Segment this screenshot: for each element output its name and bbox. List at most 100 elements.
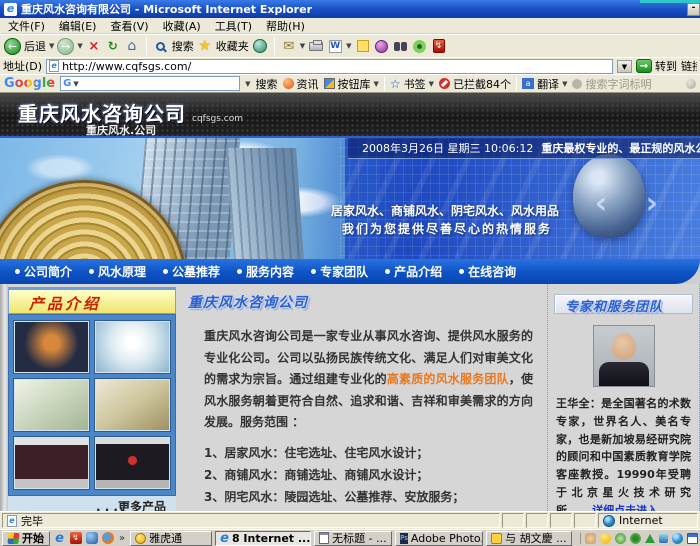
product-image-jade-casket[interactable] <box>14 379 89 431</box>
expert-detail-link[interactable]: 详细点击进入 <box>592 504 658 511</box>
discuss-icon[interactable] <box>355 38 371 54</box>
google-search-button[interactable]: 搜索 <box>256 76 278 92</box>
ie-window: e 重庆风水咨询有限公司 - Microsoft Internet Explor… <box>0 0 700 546</box>
home-icon[interactable]: ⌂ <box>124 38 140 54</box>
nav-item-experts[interactable]: 专家团队 <box>306 263 373 280</box>
quicklaunch-thunder-icon[interactable]: ↯ <box>69 532 82 545</box>
product-image-carved-casket[interactable] <box>95 379 170 431</box>
product-image-wooden-urn[interactable] <box>14 437 89 489</box>
tray-globe-icon[interactable] <box>672 533 683 544</box>
back-dropdown-icon[interactable]: ▼ <box>49 42 54 50</box>
service-item: 3、阴宅风水：陵园选址、公墓推荐、安放服务； <box>204 486 541 508</box>
search-icon[interactable] <box>153 38 169 54</box>
stop-icon[interactable]: × <box>86 38 102 54</box>
task-button-ie-group-active[interactable]: e 8 Internet ... ▼ <box>215 531 311 546</box>
experts-header: 专家和服务团队 <box>554 294 693 314</box>
plugin-flower-icon[interactable] <box>412 38 428 54</box>
banner: ‹ › 2008年3月26日 星期三 10:06:12 重庆最权专业的、最正规的… <box>0 138 700 259</box>
go-label[interactable]: 转到 <box>655 58 677 74</box>
quicklaunch-ie-icon[interactable]: e <box>53 532 66 545</box>
back-icon[interactable]: ← <box>4 38 21 55</box>
address-dropdown-icon[interactable]: ▼ <box>617 60 632 73</box>
messenger-icon[interactable] <box>374 38 390 54</box>
forward-dropdown-icon[interactable]: ▼ <box>77 42 82 50</box>
edit-dropdown-icon[interactable]: ▼ <box>346 42 351 50</box>
google-search-history-dropdown[interactable]: ▼ <box>245 80 250 88</box>
forward-icon[interactable]: → <box>57 38 74 55</box>
history-icon[interactable] <box>252 38 268 54</box>
menu-file[interactable]: 文件(F) <box>8 18 45 34</box>
binoculars-icon[interactable] <box>393 38 409 54</box>
go-button[interactable]: → 转到 <box>636 58 677 74</box>
mail-icon[interactable]: ✉ <box>281 38 297 54</box>
quicklaunch-messenger-icon[interactable] <box>85 532 98 545</box>
favorites-icon[interactable]: ★ <box>197 38 213 54</box>
nav-item-services[interactable]: 服务内容 <box>232 263 299 280</box>
search-label[interactable]: 搜索 <box>172 38 194 54</box>
task-button-photoshop[interactable]: Ps Adobe Photo... <box>395 531 483 546</box>
menu-view[interactable]: 查看(V) <box>110 18 148 34</box>
more-products-link[interactable]: . . .更多产品 <box>8 496 176 511</box>
page-content: 产品介绍 . . .更多产品 重庆风水咨询公司 重庆风水咨询公司是一家专业从事风… <box>0 284 700 511</box>
favorites-label[interactable]: 收藏夹 <box>216 38 249 54</box>
address-url[interactable]: http://www.cqfsgs.com/ <box>62 60 191 73</box>
banner-text-line1: 居家风水、商铺风水、阴宅风水、风水用品 <box>310 202 580 219</box>
bookmark-star-icon: ☆ <box>390 77 401 91</box>
nav-item-products[interactable]: 产品介绍 <box>380 263 447 280</box>
menu-help[interactable]: 帮助(H) <box>266 18 305 34</box>
tray-hand-icon[interactable] <box>585 533 596 544</box>
nav-item-principles[interactable]: 风水原理 <box>84 263 151 280</box>
nav-item-about[interactable]: 公司简介 <box>10 263 77 280</box>
google-popup-blocker[interactable]: 已拦截84个 <box>439 76 511 92</box>
nav-item-cemetery[interactable]: 公墓推荐 <box>158 263 225 280</box>
site-logo-subtitle: 重庆风水.公司 <box>86 122 156 138</box>
status-page-icon: e <box>7 515 17 527</box>
news-icon <box>283 78 294 89</box>
menu-edit[interactable]: 编辑(E) <box>59 18 97 34</box>
links-label[interactable]: 链接 <box>681 58 697 74</box>
menu-favorites[interactable]: 收藏(A) <box>163 18 201 34</box>
product-image-crystal-ball[interactable] <box>95 321 170 373</box>
task-button-chat[interactable]: 与 胡文慶 ... <box>486 531 572 546</box>
address-label: 地址(D) <box>3 58 42 74</box>
status-bar: e 完毕 Internet <box>0 511 700 529</box>
ie-toolbar: ← 后退 ▼ → ▼ × ↻ ⌂ 搜索 ★ 收藏夹 ✉ ▼ W ▼ ↯ <box>0 34 700 57</box>
back-label[interactable]: 后退 <box>24 38 46 54</box>
address-input[interactable]: e http://www.cqfsgs.com/ <box>46 59 613 74</box>
refresh-icon[interactable]: ↻ <box>105 38 121 54</box>
menu-tools[interactable]: 工具(T) <box>215 18 252 34</box>
tray-smiley-icon[interactable] <box>600 533 611 544</box>
product-image-deer-statue[interactable] <box>14 321 89 373</box>
quicklaunch-overflow-chevron[interactable]: » <box>117 533 127 544</box>
google-search-dropdown-icon[interactable]: ▼ <box>73 80 78 88</box>
google-news-button[interactable]: 资讯 <box>283 76 319 92</box>
tray-calendar-icon[interactable] <box>687 533 698 544</box>
status-cell <box>550 513 572 528</box>
tray-up-arrow-icon[interactable] <box>645 534 655 543</box>
google-search-input[interactable]: G ▼ <box>60 76 240 91</box>
browser-viewport: 重庆风水咨询公司 cqfsgs.com 重庆风水.公司 ‹ › 2008年3月2… <box>0 93 700 511</box>
edit-word-icon[interactable]: W <box>327 38 343 54</box>
tray-person-icon[interactable] <box>615 533 626 544</box>
task-button-yahoo-messenger[interactable]: 雅虎通 <box>130 531 212 546</box>
chat-icon <box>491 533 502 544</box>
mail-dropdown-icon[interactable]: ▼ <box>300 42 305 50</box>
task-button-untitled[interactable]: 无标题 - ... <box>314 531 392 546</box>
minimize-button[interactable]: - <box>687 3 700 16</box>
google-translate-button[interactable]: a翻译▼ <box>522 76 567 92</box>
google-button-gallery[interactable]: 按钮库▼ <box>324 76 379 92</box>
product-image-black-urn[interactable] <box>95 437 170 489</box>
expert-portrait-photo <box>593 325 655 387</box>
quicklaunch-firefox-icon[interactable] <box>101 532 114 545</box>
start-button[interactable]: 开始 <box>2 531 50 546</box>
google-settings-icon[interactable] <box>686 79 696 89</box>
thunder-download-icon[interactable]: ↯ <box>431 38 447 54</box>
google-bookmarks-button[interactable]: ☆书签▼ <box>390 76 434 92</box>
tray-square-icon[interactable] <box>659 534 668 543</box>
google-separator <box>384 77 385 91</box>
nav-item-contact[interactable]: 在线咨询 <box>454 263 521 280</box>
date-strip: 2008年3月26日 星期三 10:06:12 重庆最权专业的、最正规的风水公司 <box>348 138 700 159</box>
article-title: 重庆风水咨询公司 <box>188 292 541 312</box>
print-icon[interactable] <box>308 38 324 54</box>
tray-knot-icon[interactable] <box>630 533 641 544</box>
